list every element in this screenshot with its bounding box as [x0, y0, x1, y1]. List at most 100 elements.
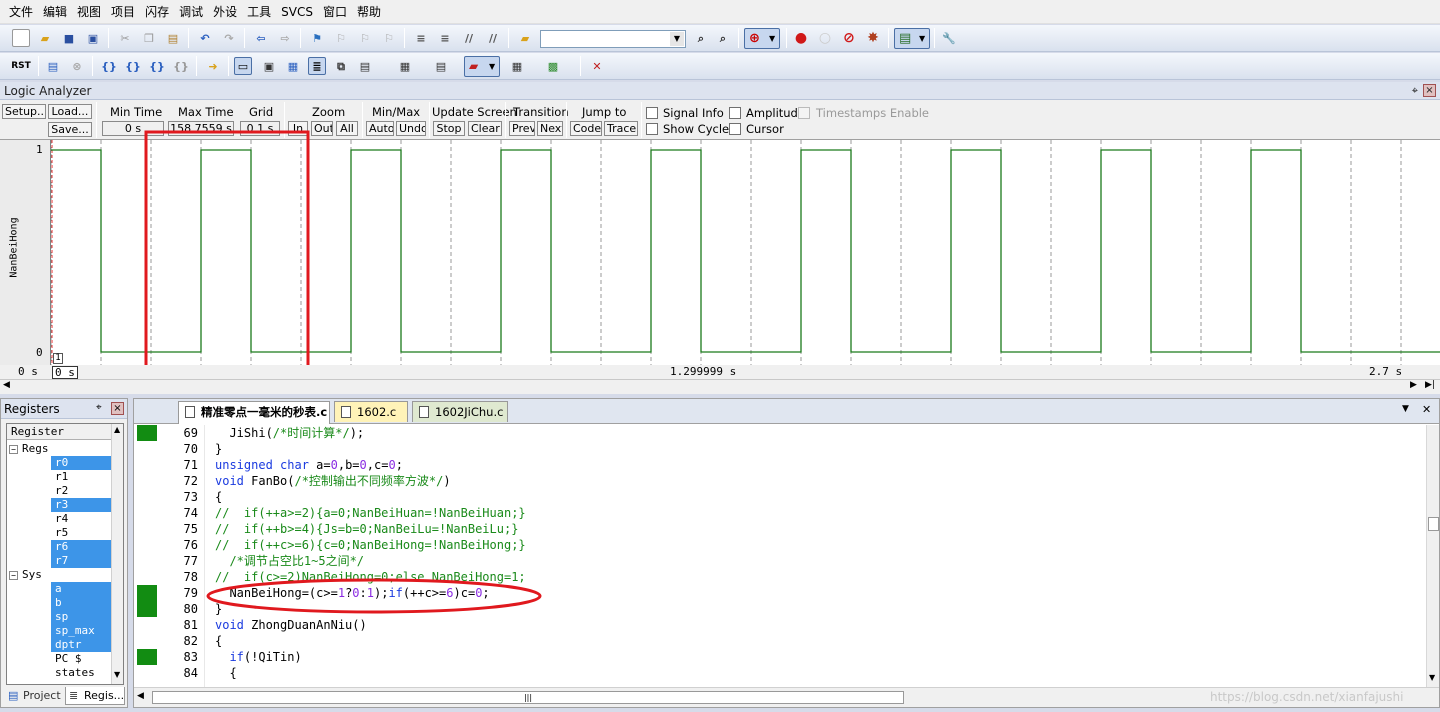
- paste-icon[interactable]: ▤: [164, 29, 182, 47]
- symbols-icon[interactable]: ▦: [284, 57, 302, 75]
- register-row[interactable]: r6: [51, 540, 111, 554]
- pin-icon[interactable]: ⌖: [1412, 82, 1418, 100]
- cursor-checkbox[interactable]: [729, 123, 741, 135]
- nav-back-icon[interactable]: ⇦: [252, 29, 270, 47]
- comment-icon[interactable]: //: [460, 29, 478, 47]
- register-row[interactable]: b: [51, 596, 111, 610]
- scroll-right-icon[interactable]: ▶: [1410, 380, 1417, 390]
- new-file-icon[interactable]: [12, 29, 30, 47]
- menu-item[interactable]: 窗口: [318, 0, 352, 24]
- menu-item[interactable]: 调试: [174, 0, 208, 24]
- toolbox-icon[interactable]: ✕: [588, 57, 606, 75]
- collapse-icon[interactable]: −: [9, 445, 18, 454]
- code-line[interactable]: 74 // if(++a>=2){a=0;NanBeiHuan=!NanBeiHu…: [134, 505, 1414, 521]
- menu-item[interactable]: SVCS: [276, 0, 318, 24]
- save-button[interactable]: Save...: [48, 122, 92, 137]
- register-group[interactable]: − Sys: [9, 568, 42, 582]
- tab-list-chevron-icon[interactable]: ▼: [1402, 404, 1409, 414]
- editor-vscroll-thumb[interactable]: [1428, 517, 1439, 531]
- step-into-icon[interactable]: {}: [100, 57, 118, 75]
- breakpoint-insert-icon[interactable]: ●: [792, 29, 810, 47]
- save-icon[interactable]: ■: [60, 29, 78, 47]
- code-line[interactable]: 69 JiShi(/*时间计算*/);: [134, 425, 1414, 441]
- register-vscroll[interactable]: ▲ ▼: [111, 424, 123, 684]
- register-row[interactable]: r4: [51, 512, 111, 526]
- editor-hscroll[interactable]: ◀ ||| https://blog.csdn.net/xianfajushi: [134, 687, 1439, 707]
- minmax-undo-button[interactable]: Undo: [396, 121, 426, 136]
- collapse-icon[interactable]: −: [9, 571, 18, 580]
- stop-icon[interactable]: ⊗: [68, 57, 86, 75]
- register-row[interactable]: r5: [51, 526, 111, 540]
- register-column-header[interactable]: Register: [7, 424, 111, 440]
- timestamps-checkbox[interactable]: [798, 107, 810, 119]
- tab-registers[interactable]: ≣ Regis...: [65, 687, 125, 705]
- breakpoint-disable-icon[interactable]: ⊘: [840, 29, 858, 47]
- pin-icon[interactable]: ⌖: [96, 402, 102, 413]
- code-line[interactable]: 72 void FanBo(/*控制输出不同频率方波*/): [134, 473, 1414, 489]
- jump-trace-button[interactable]: Trace: [604, 121, 638, 136]
- cursor-marker[interactable]: 1: [53, 353, 63, 364]
- register-row[interactable]: r1: [51, 470, 111, 484]
- update-clear-button[interactable]: Clear: [468, 121, 502, 136]
- find-combo[interactable]: ▼: [540, 30, 686, 48]
- menu-item[interactable]: 工具: [242, 0, 276, 24]
- bookmark-clear-icon[interactable]: ⚐: [380, 29, 398, 47]
- code-line[interactable]: 76 // if(++c>=6){c=0;NanBeiHong=!NanBeiHo…: [134, 537, 1414, 553]
- cut-icon[interactable]: ✂: [116, 29, 134, 47]
- register-row[interactable]: states: [51, 666, 111, 680]
- scroll-end-icon[interactable]: ▶|: [1425, 380, 1435, 390]
- close-tab-icon[interactable]: ✕: [1422, 403, 1431, 416]
- code-line[interactable]: 84 {: [134, 665, 1414, 681]
- menu-item[interactable]: 视图: [72, 0, 106, 24]
- register-tree[interactable]: Register − Regs r0 r1 r2 r3 r4 r5 r6 r7− Sys a b sp sp…: [6, 423, 124, 685]
- amplitude-checkbox[interactable]: [729, 107, 741, 119]
- run-to-cursor-icon[interactable]: {}: [172, 57, 190, 75]
- menu-item[interactable]: 闪存: [140, 0, 174, 24]
- call-stack-icon[interactable]: ⧉: [332, 57, 350, 75]
- zoom-in-button[interactable]: In: [288, 121, 308, 136]
- register-row[interactable]: a: [51, 582, 111, 596]
- reset-button[interactable]: RST: [10, 57, 32, 75]
- breakpoint-kill-icon[interactable]: ✸: [864, 29, 882, 47]
- editor-vscroll[interactable]: ▼: [1426, 425, 1439, 687]
- scroll-left-icon[interactable]: ◀: [3, 380, 10, 390]
- window-layout-button[interactable]: ▤ ▼: [894, 28, 930, 49]
- copy-icon[interactable]: ❐: [140, 29, 158, 47]
- open-folder-icon[interactable]: ▰: [36, 29, 54, 47]
- zoom-all-button[interactable]: All: [336, 121, 358, 136]
- register-row[interactable]: r7: [51, 554, 111, 568]
- editor-tab[interactable]: 1602.c: [334, 401, 408, 422]
- registers-window-icon[interactable]: ≣: [308, 57, 326, 75]
- waveform-area[interactable]: 1 0 NanBeiHong 1: [0, 130, 1440, 383]
- register-row[interactable]: dptr: [51, 638, 111, 652]
- menu-item[interactable]: 项目: [106, 0, 140, 24]
- minmax-auto-button[interactable]: Auto: [366, 121, 394, 136]
- find-icon[interactable]: ⌕: [692, 29, 710, 47]
- signal-name-panel[interactable]: 1 0 NanBeiHong: [0, 140, 51, 365]
- close-icon[interactable]: ×: [1423, 84, 1436, 97]
- code-line[interactable]: 71 unsigned char a=0,b=0,c=0;: [134, 457, 1414, 473]
- trace-icon[interactable]: ▦: [508, 57, 526, 75]
- register-row[interactable]: sp: [51, 610, 111, 624]
- scroll-down-icon[interactable]: ▼: [114, 670, 120, 679]
- zoom-out-button[interactable]: Out: [311, 121, 333, 136]
- code-line[interactable]: 70}: [134, 441, 1414, 457]
- show-cycles-checkbox[interactable]: [646, 123, 658, 135]
- setup-button[interactable]: Setup...: [2, 104, 46, 119]
- step-over-icon[interactable]: {}: [124, 57, 142, 75]
- menu-item[interactable]: 文件: [4, 0, 38, 24]
- update-stop-button[interactable]: Stop: [433, 121, 465, 136]
- indent-icon[interactable]: ≡: [412, 29, 430, 47]
- redo-icon[interactable]: ↷: [220, 29, 238, 47]
- step-out-icon[interactable]: {}: [148, 57, 166, 75]
- register-row[interactable]: sp_max: [51, 624, 111, 638]
- register-group[interactable]: − Regs: [9, 442, 49, 456]
- register-row[interactable]: PC $: [51, 652, 111, 666]
- load-button[interactable]: Load...: [48, 104, 92, 119]
- serial-icon[interactable]: ▤: [432, 57, 450, 75]
- register-row[interactable]: r3: [51, 498, 111, 512]
- incremental-find-icon[interactable]: ⌕: [714, 29, 732, 47]
- menu-item[interactable]: 外设: [208, 0, 242, 24]
- uncomment-icon[interactable]: //: [484, 29, 502, 47]
- code-line[interactable]: 73 {: [134, 489, 1414, 505]
